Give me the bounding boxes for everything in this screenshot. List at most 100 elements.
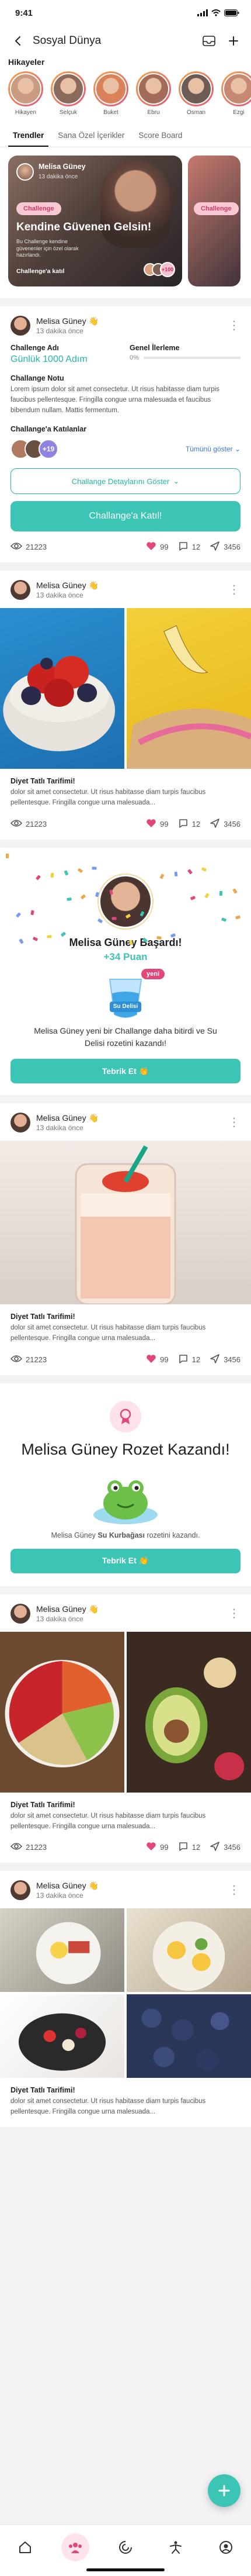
confetti-piece	[204, 893, 210, 899]
story-name: Osman	[186, 109, 206, 116]
heart-icon	[146, 541, 156, 553]
eye-icon	[10, 819, 23, 829]
more-options-icon[interactable]: ⋮	[228, 1117, 240, 1128]
post-stats: 21223 99 12 3456	[10, 1841, 240, 1853]
like-button[interactable]: 99	[146, 819, 169, 830]
avatar[interactable]	[11, 1113, 30, 1133]
more-options-icon[interactable]: ⋮	[228, 1884, 240, 1896]
comment-icon	[178, 1353, 189, 1366]
nav-activity[interactable]	[111, 2533, 140, 2561]
inbox-button[interactable]	[200, 32, 218, 50]
share-button[interactable]: 3456	[210, 1353, 240, 1366]
wave-emoji: 👋	[88, 581, 99, 591]
eye-icon	[10, 1842, 23, 1852]
avatar[interactable]	[11, 316, 30, 336]
like-button[interactable]: 99	[146, 1842, 169, 1853]
challenge-note: Lorem ipsum dolor sit amet consectetur. …	[11, 386, 219, 414]
share-button[interactable]: 3456	[210, 1841, 240, 1853]
wave-emoji: 👋	[88, 1113, 99, 1123]
story-item[interactable]: Selçuk	[51, 71, 86, 116]
post-user-name[interactable]: Melisa Güney 👋	[36, 581, 222, 591]
post-media[interactable]	[0, 1908, 251, 2078]
like-button[interactable]: 99	[146, 541, 169, 553]
like-button[interactable]: 99	[146, 1354, 169, 1365]
tab-sana-ozel[interactable]: Sana Özel İçerikler	[53, 126, 129, 147]
views-stat: 21223	[10, 542, 146, 552]
show-all-link[interactable]: Tümünü göster ⌄	[186, 445, 240, 453]
send-icon	[210, 1841, 220, 1853]
hero-photo	[100, 160, 170, 248]
story-item[interactable]: Buket	[93, 71, 128, 116]
challenge-post-card: Melisa Güney 👋 13 dakika önce ⋮ Challeng…	[0, 306, 251, 563]
nav-home[interactable]	[11, 2533, 39, 2561]
avatar[interactable]	[11, 1880, 30, 1901]
joined-avatars[interactable]: +19	[11, 439, 58, 460]
avatar[interactable]	[11, 580, 30, 600]
post-user-name[interactable]: Melisa Güney 👋	[36, 1604, 222, 1614]
back-button[interactable]	[8, 32, 27, 50]
comment-icon	[178, 818, 189, 830]
story-name: Hikayen	[15, 109, 37, 116]
avatar	[138, 73, 169, 105]
comment-button[interactable]: 12	[178, 1841, 200, 1853]
comment-button[interactable]: 12	[178, 541, 200, 553]
comment-button[interactable]: 12	[178, 1353, 200, 1366]
post-card: Melisa Güney 👋 13 dakika önce ⋮ Diyet Ta…	[0, 1871, 251, 2127]
comment-button[interactable]: 12	[178, 818, 200, 830]
join-challenge-button[interactable]: Challange'a Katıl!	[11, 501, 240, 532]
story-item[interactable]: Ezgi	[221, 71, 251, 116]
nav-profile[interactable]	[212, 2533, 240, 2561]
eye-icon	[10, 1355, 23, 1365]
story-item[interactable]: Ebru	[136, 71, 171, 116]
confetti-piece	[77, 868, 83, 873]
wave-emoji: 👋	[88, 1604, 99, 1614]
challenge-hero-card[interactable]: Melisa Güney 13 dakika önce Challenge Ke…	[8, 156, 182, 286]
hero-join-link[interactable]: Challenge'a katıl	[16, 268, 64, 275]
challenge-hero-card-next[interactable]: Challenge	[188, 156, 240, 286]
tab-score-board[interactable]: Score Board	[134, 126, 187, 147]
story-ring	[136, 71, 171, 106]
challenge-tag: Challenge	[16, 202, 61, 215]
post-user-name[interactable]: Melisa Güney 👋	[36, 1113, 222, 1123]
post-time: 13 dakika önce	[36, 591, 83, 600]
confetti-piece	[92, 866, 97, 870]
nav-yoga[interactable]	[162, 2533, 190, 2561]
challenge-carousel: Melisa Güney 13 dakika önce Challenge Ke…	[0, 147, 251, 298]
more-options-icon[interactable]: ⋮	[228, 1608, 240, 1620]
post-header: Melisa Güney 👋 13 dakika önce ⋮	[11, 1603, 240, 1624]
post-user-name[interactable]: Melisa Güney 👋	[36, 316, 222, 326]
more-options-icon[interactable]: ⋮	[228, 320, 240, 332]
wifi-icon	[211, 9, 221, 16]
confetti-piece	[97, 918, 103, 924]
chevron-left-icon	[15, 36, 20, 46]
avatar[interactable]	[11, 1603, 30, 1624]
create-post-fab[interactable]	[208, 2474, 240, 2507]
nav-community[interactable]	[61, 2533, 89, 2561]
post-media[interactable]	[0, 1141, 251, 1305]
achievement-card: Melisa Güney Başardı! +34 Puan Su Delisi…	[0, 848, 251, 1096]
achievement-title: Melisa Güney Başardı!	[69, 937, 182, 949]
post-time: 13 dakika önce	[36, 1891, 83, 1900]
confetti-piece	[187, 869, 193, 875]
post-media[interactable]	[0, 1631, 251, 1793]
confetti-piece	[219, 890, 223, 896]
story-item[interactable]: Osman	[179, 71, 214, 116]
chevron-down-icon: ⌄	[234, 445, 240, 454]
story-item[interactable]: Hikayen	[8, 71, 43, 116]
post-time: 13 dakika önce	[36, 327, 83, 335]
post-media[interactable]	[0, 608, 251, 769]
tab-trendler[interactable]: Trendler	[8, 126, 49, 147]
confetti-piece	[50, 872, 54, 878]
congratulate-button[interactable]: Tebrik Et 👏	[11, 1059, 240, 1084]
challenge-details-button[interactable]: Challange Detaylarını Göster ⌄	[11, 468, 240, 495]
share-button[interactable]: 3456	[210, 541, 240, 553]
post-header: Melisa Güney 👋 13 dakika önce ⋮	[11, 1880, 240, 1901]
story-ring	[51, 71, 86, 106]
add-button[interactable]	[224, 32, 243, 50]
more-options-icon[interactable]: ⋮	[228, 584, 240, 596]
congratulate-button[interactable]: Tebrik Et 👏	[11, 1548, 240, 1573]
confetti-piece	[80, 894, 86, 900]
post-user-name[interactable]: Melisa Güney 👋	[36, 1881, 222, 1891]
share-button[interactable]: 3456	[210, 818, 240, 830]
joined-row: +19 Tümünü göster ⌄	[11, 439, 240, 460]
